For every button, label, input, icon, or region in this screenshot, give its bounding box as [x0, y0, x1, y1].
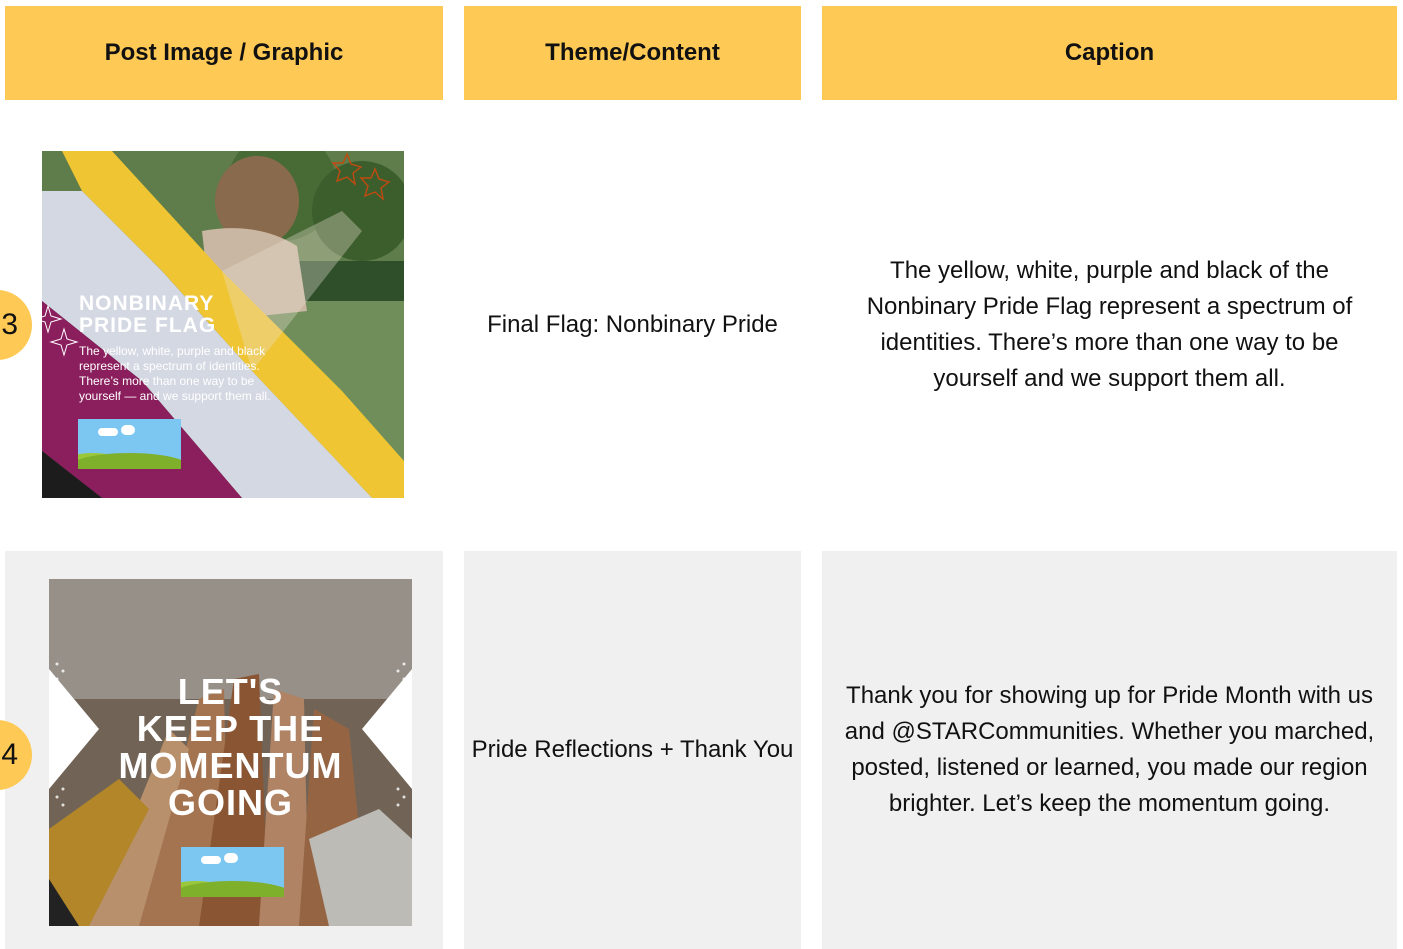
- caption-cell: Thank you for showing up for Pride Month…: [822, 551, 1397, 949]
- theme-cell: Final Flag: Nonbinary Pride: [487, 310, 778, 338]
- image-placeholder-icon: [78, 419, 181, 469]
- theme-cell: Pride Reflections + Thank You: [464, 551, 801, 949]
- post-graphic-nonbinary-flag: NONBINARY PRIDE FLAG The yellow, white, …: [42, 151, 404, 498]
- graphic-title-line2: PRIDE FLAG: [79, 314, 217, 337]
- headline-line4: GOING: [167, 782, 293, 823]
- caption-cell: The yellow, white, purple and black of t…: [866, 256, 1353, 392]
- header-theme-content: Theme/Content: [464, 6, 801, 100]
- header-caption: Caption: [822, 6, 1397, 100]
- graphic-title-line1: NONBINARY: [79, 292, 215, 315]
- row-number-badge: 3: [0, 290, 32, 360]
- graphic-title: NONBINARY PRIDE FLAG: [79, 293, 216, 337]
- image-placeholder-icon: [181, 847, 284, 897]
- headline-line3: MOMENTUM: [118, 745, 343, 786]
- header-post-image: Post Image / Graphic: [5, 6, 443, 100]
- graphic-body-text: The yellow, white, purple and black repr…: [79, 344, 271, 403]
- headline-line1: LET'S: [177, 671, 284, 712]
- headline-line2: KEEP THE: [136, 708, 325, 749]
- post-graphic-momentum: LET'S KEEP THE MOMENTUM GOING: [49, 579, 412, 926]
- graphic-headline: LET'S KEEP THE MOMENTUM GOING: [49, 673, 412, 821]
